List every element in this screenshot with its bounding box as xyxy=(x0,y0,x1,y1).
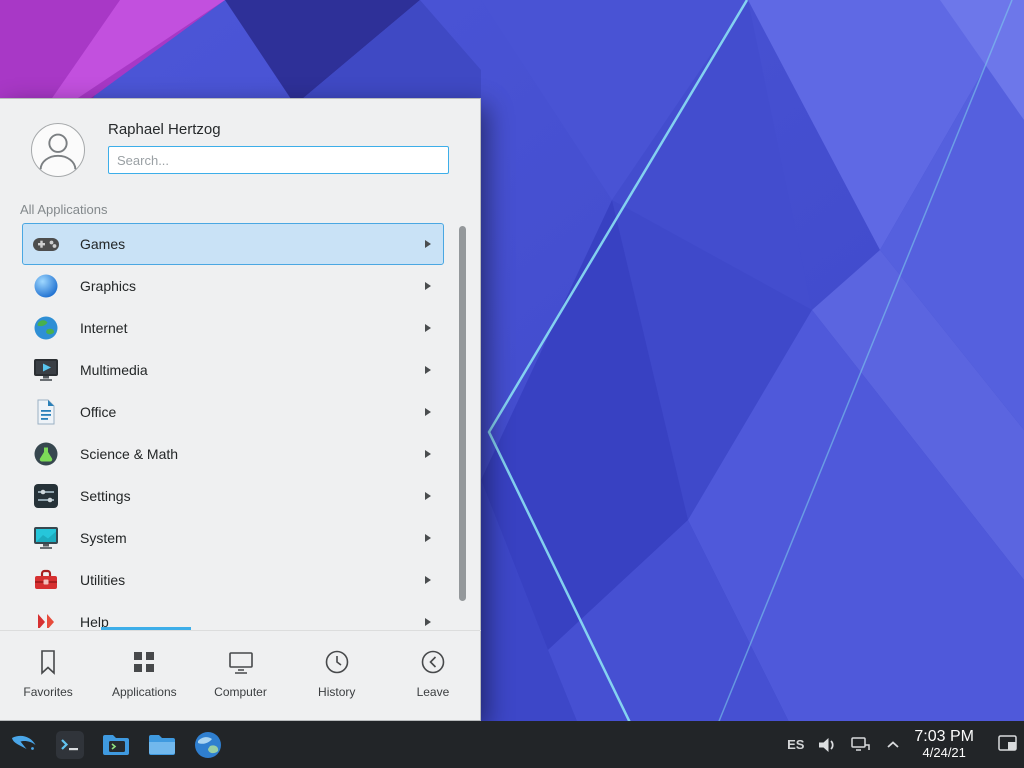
category-label: Internet xyxy=(80,320,127,336)
tab-label: Applications xyxy=(112,685,177,699)
category-label: Settings xyxy=(80,488,131,504)
keyboard-layout-indicator[interactable]: ES xyxy=(787,737,804,752)
flask-icon xyxy=(32,440,60,468)
chevron-right-icon xyxy=(425,282,431,290)
category-list: Games Graphics xyxy=(0,223,481,628)
tab-computer[interactable]: Computer xyxy=(192,631,288,722)
category-label: Science & Math xyxy=(80,446,178,462)
chevron-right-icon xyxy=(425,324,431,332)
show-desktop-button[interactable] xyxy=(997,733,1019,755)
search-input[interactable] xyxy=(108,146,449,174)
clock-date: 4/24/21 xyxy=(923,746,966,761)
category-label: Games xyxy=(80,236,125,252)
person-icon xyxy=(32,124,84,176)
tab-history[interactable]: History xyxy=(289,631,385,722)
category-label: Office xyxy=(80,404,116,420)
category-row-office[interactable]: Office xyxy=(22,391,444,433)
user-name: Raphael Hertzog xyxy=(108,121,221,138)
category-row-internet[interactable]: Internet xyxy=(22,307,444,349)
category-row-graphics[interactable]: Graphics xyxy=(22,265,444,307)
chevron-right-icon xyxy=(425,492,431,500)
chevron-right-icon xyxy=(425,534,431,542)
chevron-right-icon xyxy=(425,408,431,416)
category-row-games[interactable]: Games xyxy=(22,223,444,265)
grid-icon xyxy=(129,647,159,677)
show-desktop-icon xyxy=(997,733,1019,755)
tab-label: History xyxy=(318,685,355,699)
digital-clock[interactable]: 7:03 PM 4/24/21 xyxy=(914,728,974,761)
section-label: All Applications xyxy=(20,202,107,217)
application-launcher-menu: Raphael Hertzog All Applications Games xyxy=(0,98,481,721)
system-tray: ES 7:03 PM 4/24/21 xyxy=(787,721,974,768)
tab-favorites[interactable]: Favorites xyxy=(0,631,96,722)
category-label: Utilities xyxy=(80,572,125,588)
terminal-tile-icon[interactable] xyxy=(53,728,86,761)
network-icon[interactable] xyxy=(850,735,872,755)
globe-icon xyxy=(32,314,60,342)
category-row-settings[interactable]: Settings xyxy=(22,475,444,517)
chevron-right-icon xyxy=(425,366,431,374)
tab-label: Favorites xyxy=(23,685,72,699)
document-icon xyxy=(32,398,60,426)
gamepad-icon xyxy=(32,230,60,258)
media-player-icon xyxy=(32,356,60,384)
paint-sphere-icon xyxy=(32,272,60,300)
chevron-right-icon xyxy=(425,576,431,584)
chevron-right-icon xyxy=(425,450,431,458)
web-browser-icon[interactable] xyxy=(191,728,224,761)
folder-icon[interactable] xyxy=(145,728,178,761)
launcher-footer: Favorites Applications Computer His xyxy=(0,630,481,722)
sliders-icon xyxy=(32,482,60,510)
chevron-right-icon xyxy=(425,240,431,248)
tab-leave[interactable]: Leave xyxy=(385,631,481,722)
expand-tray-icon[interactable] xyxy=(885,738,901,752)
category-row-science[interactable]: Science & Math xyxy=(22,433,444,475)
tab-applications[interactable]: Applications xyxy=(96,631,192,722)
chevron-right-icon xyxy=(425,618,431,626)
taskbar: ES 7:03 PM 4/24/21 xyxy=(0,721,1024,768)
leave-icon xyxy=(418,647,448,677)
category-row-help[interactable]: Help xyxy=(22,601,444,628)
bookmark-icon xyxy=(33,647,63,677)
category-row-multimedia[interactable]: Multimedia xyxy=(22,349,444,391)
category-row-utilities[interactable]: Utilities xyxy=(22,559,444,601)
tab-label: Leave xyxy=(417,685,450,699)
system-monitor-icon xyxy=(32,524,60,552)
volume-icon[interactable] xyxy=(817,735,837,755)
category-row-system[interactable]: System xyxy=(22,517,444,559)
folder-terminal-icon[interactable] xyxy=(99,728,132,761)
tab-label: Computer xyxy=(214,685,267,699)
category-label: Graphics xyxy=(80,278,136,294)
clock-icon xyxy=(322,647,352,677)
monitor-icon xyxy=(226,647,256,677)
scrollbar-thumb[interactable] xyxy=(459,226,466,601)
kali-launcher-icon[interactable] xyxy=(7,728,40,761)
clock-time: 7:03 PM xyxy=(914,728,974,746)
user-avatar[interactable] xyxy=(31,123,85,177)
toolbox-icon xyxy=(32,566,60,594)
category-label: System xyxy=(80,530,127,546)
category-label: Multimedia xyxy=(80,362,148,378)
help-icon xyxy=(32,608,60,628)
taskbar-launchers xyxy=(0,728,224,761)
category-label: Help xyxy=(80,614,109,628)
